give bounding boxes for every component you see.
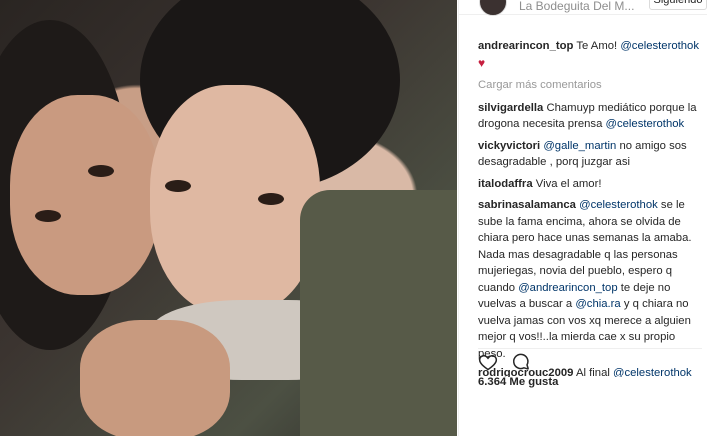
caption-text: Te Amo! — [576, 40, 618, 52]
photo-jacket — [300, 190, 457, 436]
comment-mention[interactable]: @celesterothok — [579, 199, 658, 211]
following-button[interactable]: Siguiendo — [649, 0, 707, 10]
caption: andrearincon_top Te Amo! @celesterothok … — [478, 38, 702, 72]
comment-mention[interactable]: @galle_martin — [543, 140, 616, 152]
photo-eye — [165, 180, 191, 192]
comment-mention[interactable]: @andrearincon_top — [518, 282, 617, 294]
comment-text: Viva el amor! — [535, 177, 602, 190]
caption-mention[interactable]: @celesterothok — [620, 40, 699, 52]
comment-username[interactable]: vickyvictori — [478, 140, 540, 152]
heart-outline-icon[interactable] — [478, 352, 498, 372]
comment-item: silvigardella Chamuyp mediático porque l… — [478, 100, 702, 133]
photo-eye — [35, 210, 61, 222]
comment-bubble-icon[interactable] — [511, 352, 531, 372]
like-count[interactable]: 6.364 Me gusta — [478, 376, 558, 388]
avatar[interactable] — [479, 0, 507, 16]
caption-username[interactable]: andrearincon_top — [478, 40, 573, 52]
comment-mention[interactable]: @celesterothok — [606, 118, 685, 130]
photo-eye — [88, 165, 114, 177]
comment-item: sabrinasalamanca @celesterothok se le su… — [478, 197, 702, 362]
post-photo[interactable] — [0, 0, 457, 436]
comment-username[interactable]: silvigardella — [478, 102, 543, 114]
load-more-comments[interactable]: Cargar más comentarios — [478, 77, 702, 94]
photo-hand — [80, 320, 230, 436]
heart-emoji-icon: ♥ — [478, 55, 486, 70]
comments-panel: La Bodeguita Del M... Siguiendo andreari… — [458, 0, 707, 436]
comment-item: italodaffra Viva el amor! — [478, 176, 702, 193]
photo-face-left — [10, 95, 160, 295]
photo-face-right — [150, 85, 320, 315]
comment-item: vickyvictori @galle_martin no amigo sos … — [478, 138, 702, 171]
comment-mention[interactable]: @chia.ra — [575, 298, 620, 310]
post-header: La Bodeguita Del M... Siguiendo — [459, 0, 707, 16]
comment-list: andrearincon_top Te Amo! @celesterothok … — [478, 38, 702, 382]
comment-text: se le sube la fama encima, ahora se olvi… — [478, 199, 692, 294]
comment-username[interactable]: italodaffra — [478, 178, 533, 190]
comment-username[interactable]: sabrinasalamanca — [478, 199, 576, 211]
photo-eye — [258, 193, 284, 205]
instagram-post: La Bodeguita Del M... Siguiendo andreari… — [0, 0, 707, 436]
location-name[interactable]: La Bodeguita Del M... — [519, 0, 634, 13]
